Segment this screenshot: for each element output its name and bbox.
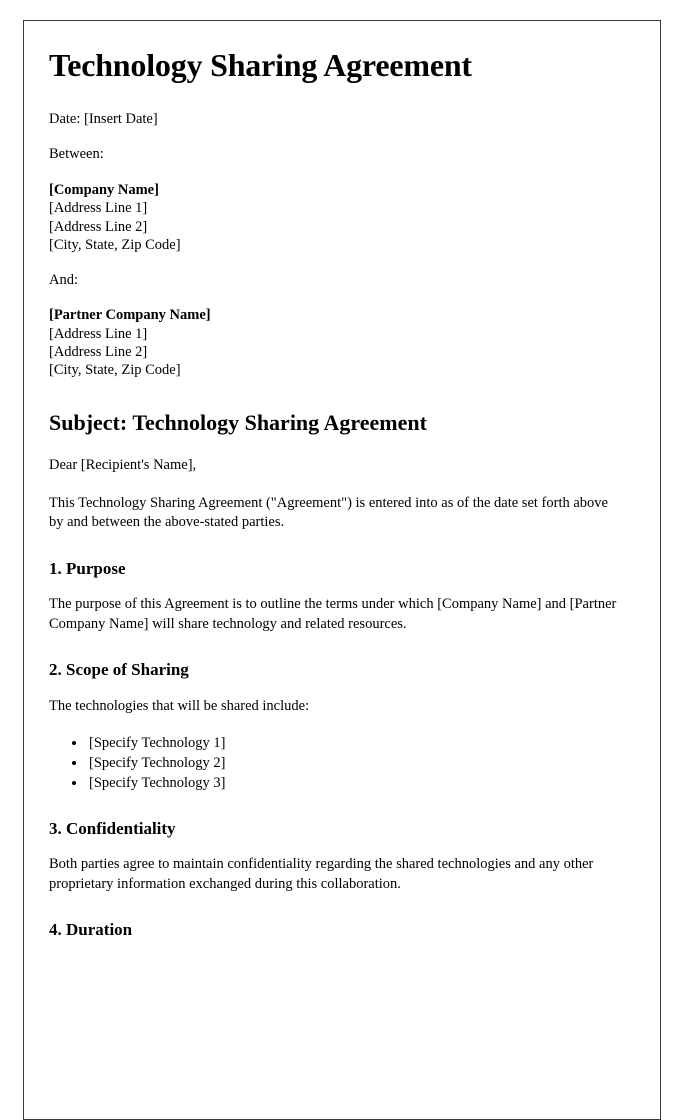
section-heading-purpose: 1. Purpose (49, 558, 126, 578)
party-block-partner: [Partner Company Name] [Address Line 1] … (49, 306, 626, 380)
intro-paragraph: This Technology Sharing Agreement ("Agre… (49, 494, 608, 531)
company-address-line-1: [Address Line 1] (49, 200, 148, 217)
company-address-line-2: [Address Line 2] (49, 218, 148, 235)
document-body: Technology Sharing Agreement Date: [Inse… (24, 21, 660, 941)
partner-address-line-1: [Address Line 1] (49, 325, 148, 342)
between-label: Between: (49, 146, 104, 163)
section-paragraph-confidentiality: Both parties agree to maintain confident… (49, 856, 594, 892)
and-label: And: (49, 271, 78, 288)
salutation: Dear [Recipient's Name], (49, 457, 197, 474)
document-page: Technology Sharing Agreement Date: [Inse… (23, 20, 661, 1120)
partner-city-state-zip: [City, State, Zip Code] (49, 362, 181, 379)
company-city-state-zip: [City, State, Zip Code] (49, 237, 181, 254)
technology-list: [Specify Technology 1] [Specify Technolo… (49, 734, 626, 793)
page-title: Technology Sharing Agreement (49, 47, 472, 83)
party-block-company: [Company Name] [Address Line 1] [Address… (49, 181, 626, 255)
section-heading-confidentiality: 3. Confidentiality (49, 818, 176, 838)
list-item: [Specify Technology 3] (87, 774, 626, 793)
section-heading-duration: 4. Duration (49, 920, 133, 940)
subject-heading: Subject: Technology Sharing Agreement (49, 409, 427, 435)
partner-address-line-2: [Address Line 2] (49, 343, 148, 360)
date-line: Date: [Insert Date] (49, 110, 158, 127)
company-name: [Company Name] (49, 181, 159, 198)
section-paragraph-purpose: The purpose of this Agreement is to outl… (49, 596, 617, 632)
list-item: [Specify Technology 2] (87, 754, 626, 773)
section-heading-scope-of-sharing: 2. Scope of Sharing (49, 660, 189, 680)
section-paragraph-scope-of-sharing: The technologies that will be shared inc… (49, 697, 310, 714)
list-item: [Specify Technology 1] (87, 734, 626, 753)
partner-company-name: [Partner Company Name] (49, 307, 211, 324)
